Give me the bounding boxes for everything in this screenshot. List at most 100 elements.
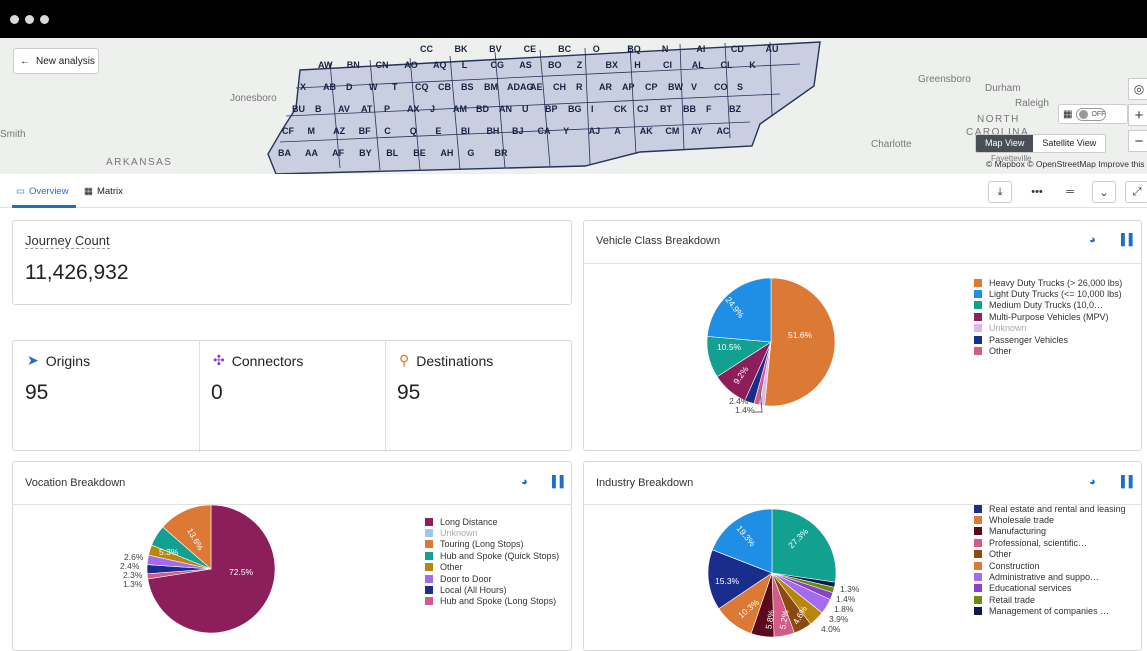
county-label[interactable]: BK [455, 44, 468, 54]
county-label[interactable]: Y [563, 126, 569, 136]
legend-item[interactable]: Light Duty Trucks (<= 10,000 lbs) [974, 288, 1122, 299]
county-label[interactable]: CK [614, 104, 627, 114]
county-label[interactable]: AB [323, 82, 336, 92]
window-dot[interactable] [10, 15, 19, 24]
county-label[interactable]: BN [347, 60, 360, 70]
window-dot[interactable] [25, 15, 34, 24]
county-label[interactable]: BX [606, 60, 619, 70]
county-label[interactable]: BS [461, 82, 474, 92]
map-view-switch[interactable]: Map View Satellite View [975, 134, 1107, 153]
county-label[interactable]: AT [361, 104, 373, 114]
county-label[interactable]: J [430, 104, 435, 114]
county-label[interactable]: BY [359, 148, 372, 158]
county-label[interactable]: BL [386, 148, 398, 158]
county-label[interactable]: CJ [637, 104, 649, 114]
county-label[interactable]: BE [413, 148, 426, 158]
county-label[interactable]: K [749, 60, 756, 70]
legend-item[interactable]: Multi-Purpose Vehicles (MPV) [974, 311, 1122, 322]
county-label[interactable]: AJ [589, 126, 601, 136]
map-panel[interactable]: CC BK BV CE BC O BQ N AI CD AU AW BN CN AO AQ L CG AS BO Z BX… [0, 38, 1147, 174]
county-label[interactable]: AC [716, 126, 729, 136]
zoom-out-button[interactable]: − [1128, 130, 1147, 152]
county-label[interactable]: X [300, 82, 306, 92]
county-label[interactable]: BD [476, 104, 489, 114]
county-label[interactable]: BC [558, 44, 571, 54]
map-view-button[interactable]: Map View [976, 135, 1034, 152]
county-label[interactable]: CB [438, 82, 451, 92]
county-label[interactable]: CQ [415, 82, 429, 92]
window-dot[interactable] [40, 15, 49, 24]
county-label[interactable]: BG [568, 104, 582, 114]
county-label[interactable]: V [691, 82, 697, 92]
county-map[interactable]: CC BK BV CE BC O BQ N AI CD AUAW BN CN AO AQ L CG AS BO Z BX… [0, 38, 1147, 174]
county-label[interactable]: CL [721, 60, 733, 70]
legend-item[interactable]: Manufacturing [974, 526, 1126, 537]
county-label[interactable]: CC [420, 44, 433, 54]
county-label[interactable]: CA [538, 126, 551, 136]
county-label[interactable]: BV [489, 44, 502, 54]
county-label[interactable]: BJ [512, 126, 524, 136]
county-label[interactable]: BW [668, 82, 683, 92]
more-options-icon[interactable]: ••• [1025, 181, 1049, 203]
county-label[interactable]: AM [453, 104, 467, 114]
county-label[interactable]: U [522, 104, 529, 114]
county-label[interactable]: AV [338, 104, 350, 114]
menu-icon[interactable]: ═ [1058, 181, 1082, 203]
legend-item[interactable]: Administrative and suppo… [974, 571, 1126, 582]
county-label[interactable]: CM [665, 126, 679, 136]
county-label[interactable]: CO [714, 82, 728, 92]
bar-chart-icon[interactable]: ▐▐ [1117, 234, 1133, 246]
legend-item[interactable]: Retail trade [974, 594, 1126, 605]
county-label[interactable]: AQ [433, 60, 447, 70]
county-label[interactable]: R [576, 82, 583, 92]
county-label[interactable]: BT [660, 104, 672, 114]
county-label[interactable]: B [315, 104, 322, 114]
county-label[interactable]: CG [491, 60, 505, 70]
county-label[interactable]: H [634, 60, 641, 70]
county-label[interactable]: S [737, 82, 743, 92]
legend-item[interactable]: Long Distance [425, 516, 559, 527]
county-label[interactable]: CN [376, 60, 389, 70]
county-label[interactable]: BP [545, 104, 558, 114]
legend-item[interactable]: Professional, scientific… [974, 537, 1126, 548]
county-label[interactable]: E [435, 126, 441, 136]
county-label[interactable]: BM [484, 82, 498, 92]
legend-item[interactable]: Hub and Spoke (Long Stops) [425, 596, 559, 607]
county-label[interactable]: AZ [333, 126, 345, 136]
county-label[interactable]: AA [305, 148, 318, 158]
county-label[interactable]: AR [599, 82, 612, 92]
chevron-down-icon[interactable]: ⌄ [1092, 181, 1116, 203]
county-label[interactable]: BR [494, 148, 507, 158]
county-label[interactable]: AY [691, 126, 703, 136]
county-label[interactable]: T [392, 82, 398, 92]
pie-slice[interactable] [764, 277, 836, 407]
legend-item[interactable]: Management of companies … [974, 606, 1126, 617]
county-label[interactable]: AS [519, 60, 532, 70]
county-label[interactable]: CH [553, 82, 566, 92]
tab-matrix[interactable]: ▦ Matrix [84, 186, 123, 197]
county-label[interactable]: AI [696, 44, 705, 54]
pie-chart-icon[interactable]: ◕ [1089, 476, 1096, 488]
legend-item[interactable]: Hub and Spoke (Quick Stops) [425, 550, 559, 561]
county-label[interactable]: AW [318, 60, 333, 70]
legend-item[interactable]: Touring (Long Stops) [425, 539, 559, 550]
county-label[interactable]: CP [645, 82, 658, 92]
county-label[interactable]: C [384, 126, 391, 136]
county-label[interactable]: P [384, 104, 390, 114]
county-label[interactable]: BI [461, 126, 470, 136]
county-label[interactable]: CE [524, 44, 537, 54]
bar-chart-icon[interactable]: ▐▐ [548, 476, 564, 488]
locate-icon[interactable]: ◎ [1128, 78, 1147, 100]
county-label[interactable]: AO [404, 60, 418, 70]
county-label[interactable]: L [462, 60, 468, 70]
county-label[interactable]: BB [683, 104, 696, 114]
legend-item[interactable]: Educational services [974, 583, 1126, 594]
county-label[interactable]: F [706, 104, 712, 114]
bar-chart-icon[interactable]: ▐▐ [1117, 476, 1133, 488]
county-label[interactable]: O [593, 44, 600, 54]
county-label[interactable]: BO [548, 60, 562, 70]
pie-chart-icon[interactable]: ◕ [521, 476, 528, 488]
county-label[interactable]: AU [765, 44, 778, 54]
county-label[interactable]: AF [332, 148, 344, 158]
county-label[interactable]: BQ [627, 44, 641, 54]
